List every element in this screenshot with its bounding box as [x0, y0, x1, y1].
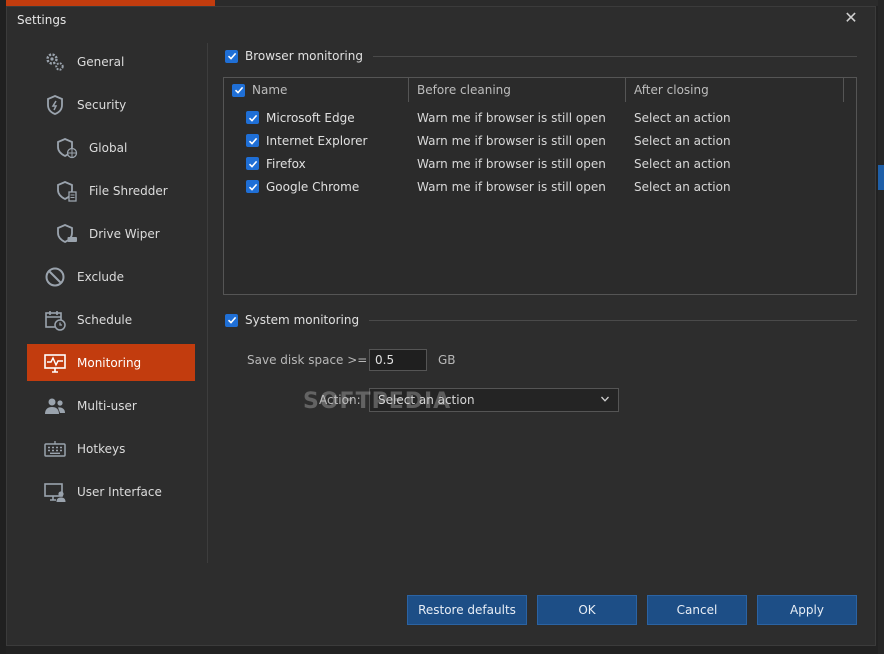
disk-space-label: Save disk space >= [247, 353, 368, 367]
background-right-edge [878, 0, 884, 654]
keyboard-icon [43, 437, 67, 461]
before-cleaning-cell[interactable]: Warn me if browser is still open [409, 134, 626, 148]
browser-name-cell: Microsoft Edge [224, 111, 409, 125]
system-monitoring-checkbox[interactable] [225, 313, 238, 327]
sidebar-item-label: User Interface [77, 484, 162, 499]
column-header-before[interactable]: Before cleaning [409, 78, 626, 102]
gears-icon [43, 50, 67, 74]
browser-checkbox[interactable] [246, 157, 259, 170]
background-selection-peek [878, 165, 884, 190]
browser-name-cell: Firefox [224, 157, 409, 171]
sidebar-item-label: Schedule [77, 312, 133, 327]
apply-button[interactable]: Apply [757, 595, 857, 625]
chevron-down-icon[interactable] [600, 393, 610, 407]
sidebar-item-label: Drive Wiper [89, 226, 160, 241]
shield-file-icon [55, 179, 79, 203]
sidebar-item-label: Security [77, 97, 127, 112]
sidebar-item-security[interactable]: Security [27, 86, 195, 123]
browser-checkbox[interactable] [246, 111, 259, 124]
after-closing-cell[interactable]: Select an action [626, 180, 844, 194]
sidebar-item-label: Exclude [77, 269, 125, 284]
restore-defaults-button[interactable]: Restore defaults [407, 595, 527, 625]
table-row[interactable]: Microsoft Edge Warn me if browser is stil… [224, 106, 844, 129]
sidebar-item-exclude[interactable]: Exclude [27, 258, 195, 295]
no-entry-icon [43, 265, 67, 289]
sidebar-item-label: File Shredder [89, 183, 168, 198]
settings-sidebar: General Security Global File Shredder Drive … [27, 43, 195, 516]
browser-checkbox[interactable] [246, 180, 259, 193]
cancel-button[interactable]: Cancel [647, 595, 747, 625]
sidebar-item-label: Multi-user [77, 398, 137, 413]
section-divider-line [369, 319, 857, 321]
select-all-checkbox[interactable] [232, 83, 245, 97]
sidebar-item-schedule[interactable]: Schedule [27, 301, 195, 338]
after-closing-cell[interactable]: Select an action [626, 134, 844, 148]
before-cleaning-cell[interactable]: Warn me if browser is still open [409, 111, 626, 125]
close-icon[interactable]: ✕ [844, 8, 857, 27]
system-monitoring-label: System monitoring [245, 313, 360, 327]
sidebar-item-drive-wiper[interactable]: Drive Wiper [27, 215, 195, 252]
disk-space-row: Save disk space >= 0.5 GB [247, 349, 456, 371]
browser-name: Google Chrome [266, 179, 360, 194]
sidebar-item-global[interactable]: Global [27, 129, 195, 166]
browser-name-cell: Google Chrome [224, 180, 409, 194]
after-closing-cell[interactable]: Select an action [626, 111, 844, 125]
browser-name: Microsoft Edge [266, 110, 355, 125]
before-cleaning-cell[interactable]: Warn me if browser is still open [409, 180, 626, 194]
after-closing-cell[interactable]: Select an action [626, 157, 844, 171]
sidebar-item-label: Global [89, 140, 128, 155]
sidebar-item-general[interactable]: General [27, 43, 195, 80]
section-divider-line [372, 55, 857, 57]
shield-globe-icon [55, 136, 79, 160]
browser-table-header: Name Before cleaning After closing [224, 78, 844, 102]
shield-icon [43, 93, 67, 117]
table-row[interactable]: Internet Explorer Warn me if browser is s… [224, 129, 844, 152]
sidebar-divider [207, 43, 208, 563]
monitor-pulse-icon [43, 351, 67, 375]
before-cleaning-cell[interactable]: Warn me if browser is still open [409, 157, 626, 171]
sidebar-item-user-interface[interactable]: User Interface [27, 473, 195, 510]
monitor-user-icon [43, 480, 67, 504]
ok-button[interactable]: OK [537, 595, 637, 625]
browser-monitoring-header: Browser monitoring [225, 49, 857, 63]
sidebar-item-multi-user[interactable]: Multi-user [27, 387, 195, 424]
sidebar-item-label: Hotkeys [77, 441, 126, 456]
column-name-label: Name [252, 83, 288, 97]
sidebar-item-hotkeys[interactable]: Hotkeys [27, 430, 195, 467]
browser-table: Name Before cleaning After closing Micro… [223, 77, 857, 295]
sidebar-item-label: Monitoring [77, 355, 142, 370]
browser-checkbox[interactable] [246, 134, 259, 147]
dialog-title: Settings [17, 13, 67, 27]
disk-space-unit: GB [438, 353, 456, 367]
browser-name: Internet Explorer [266, 133, 368, 148]
calendar-clock-icon [43, 308, 67, 332]
close-button[interactable]: ✕ [841, 9, 861, 29]
sidebar-item-file-shredder[interactable]: File Shredder [27, 172, 195, 209]
sidebar-item-monitoring[interactable]: Monitoring [27, 344, 195, 381]
browser-name: Firefox [266, 156, 306, 171]
settings-dialog: Settings ✕ General Security Global File Shr… [6, 6, 876, 646]
column-header-after[interactable]: After closing [626, 78, 844, 102]
browser-name-cell: Internet Explorer [224, 134, 409, 148]
softpedia-watermark: SOFTPEDIA [303, 389, 452, 414]
sidebar-item-label: General [77, 54, 125, 69]
browser-monitoring-checkbox[interactable] [225, 49, 238, 63]
users-icon [43, 394, 67, 418]
column-header-name[interactable]: Name [224, 78, 409, 102]
disk-space-input[interactable]: 0.5 [369, 349, 427, 371]
browser-monitoring-label: Browser monitoring [245, 49, 363, 63]
table-row[interactable]: Firefox Warn me if browser is still open S… [224, 152, 844, 175]
shield-drive-icon [55, 222, 79, 246]
system-monitoring-header: System monitoring [225, 313, 857, 327]
table-row[interactable]: Google Chrome Warn me if browser is still… [224, 175, 844, 198]
